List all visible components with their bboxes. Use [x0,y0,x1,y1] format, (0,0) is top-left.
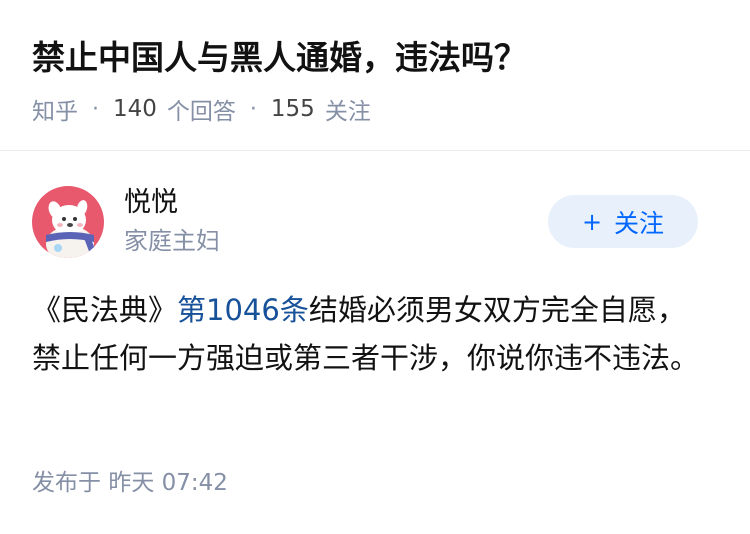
follower-count: 155 [270,96,315,122]
meta-separator: · [92,96,99,122]
answer-count: 140 [113,96,157,122]
publish-prefix: 发布于 [32,470,101,496]
follow-button[interactable]: + 关注 [548,195,698,248]
meta-separator: · [249,96,257,122]
cartoon-dog-avatar-icon [32,186,104,258]
plus-icon: + [581,207,603,236]
follower-count-label: 关注 [324,99,371,125]
publish-timestamp: 昨天 07:42 [108,470,228,496]
question-title[interactable]: 禁止中国人与黑人通婚，违法吗？ [32,36,527,80]
law-article-link[interactable]: 第1046条 [177,293,309,327]
author-row: 悦悦 家庭主妇 + 关注 [32,184,698,264]
answer-text-prefix: 《民法典》 [32,293,178,327]
answer-content: 《民法典》第1046条结婚必须男女双方完全自愿，禁止任何一方强迫或第三者干涉，你… [32,286,702,382]
source-label[interactable]: 知乎 [32,92,78,126]
answer-count-label: 个回答 [166,99,236,125]
question-header: 禁止中国人与黑人通婚，违法吗？ 知乎 · 140 个回答 · 155 关注 [0,0,750,151]
author-name[interactable]: 悦悦 [124,184,178,222]
follow-button-label: 关注 [614,208,665,238]
author-bio: 家庭主妇 [124,227,220,255]
avatar[interactable] [32,186,104,258]
publish-time: 发布于 昨天 07:42 [32,466,228,500]
question-meta: 知乎 · 140 个回答 · 155 关注 [32,92,371,126]
